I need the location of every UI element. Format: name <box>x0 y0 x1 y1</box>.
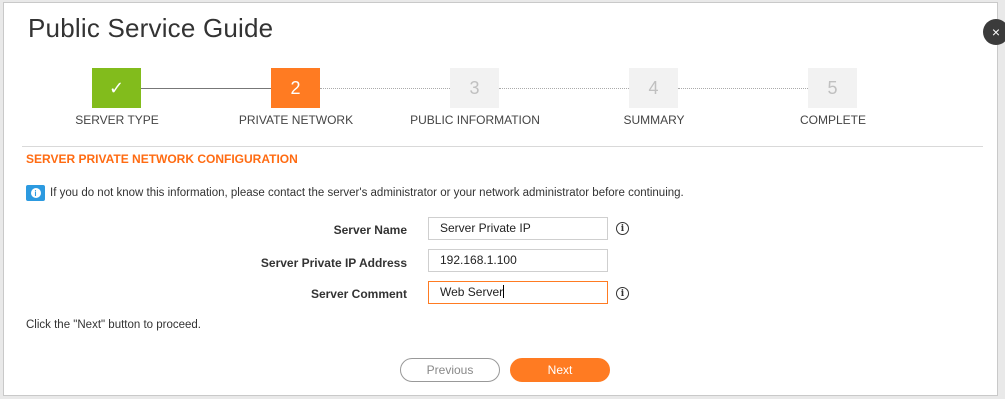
step-1-check-icon: ✓ <box>92 68 141 108</box>
step-1-label: SERVER TYPE <box>75 113 159 127</box>
step-connector-3 <box>499 88 629 89</box>
server-name-help-icon[interactable]: i <box>616 222 629 235</box>
step-5-label: COMPLETE <box>799 113 866 127</box>
step-2-box: 2 <box>271 68 320 108</box>
public-service-guide-dialog: Public Service Guide × ✓ 2 3 4 5 SERVER … <box>3 2 1005 396</box>
server-comment-input[interactable]: Web Server <box>428 281 608 304</box>
close-icon[interactable]: × <box>983 19 1005 45</box>
step-4-label: SUMMARY <box>623 113 685 127</box>
server-name-label: Server Name <box>333 223 407 237</box>
step-5-box: 5 <box>808 68 857 108</box>
server-comment-help-icon[interactable]: i <box>616 287 629 300</box>
step-connector-2 <box>320 88 450 89</box>
step-3-label: PUBLIC INFORMATION <box>410 113 540 127</box>
server-ip-label: Server Private IP Address <box>260 256 407 270</box>
step-2-label: PRIVATE NETWORK <box>238 113 354 127</box>
step-connector-1 <box>141 88 271 89</box>
info-text: If you do not know this information, ple… <box>50 187 684 199</box>
step-3-box: 3 <box>450 68 499 108</box>
server-name-input[interactable]: Server Private IP <box>428 217 608 240</box>
section-divider <box>22 146 983 147</box>
server-comment-value: Web Server <box>440 285 504 299</box>
info-message: i If you do not know this information, p… <box>26 185 684 201</box>
text-caret <box>503 285 505 298</box>
step-4-box: 4 <box>629 68 678 108</box>
server-comment-label: Server Comment <box>310 287 407 301</box>
step-connector-4 <box>678 88 808 89</box>
section-title: SERVER PRIVATE NETWORK CONFIGURATION <box>26 152 298 166</box>
previous-button[interactable]: Previous <box>400 358 500 382</box>
next-button[interactable]: Next <box>510 358 610 382</box>
proceed-hint: Click the "Next" button to proceed. <box>26 319 202 331</box>
server-ip-input[interactable]: 192.168.1.100 <box>428 249 608 272</box>
info-icon: i <box>26 185 45 201</box>
dialog-title: Public Service Guide <box>28 13 274 43</box>
